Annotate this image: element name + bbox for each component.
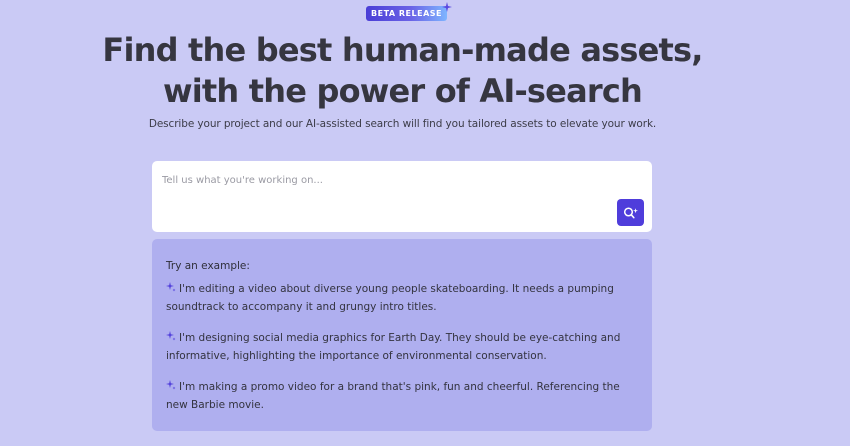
sparkle-icon [166,380,176,390]
example-text: I'm making a promo video for a brand tha… [166,381,620,411]
beta-badge-label: BETA RELEASE [366,6,447,21]
title-line-1: Find the best human-made assets, [102,31,703,69]
example-item-barbie-promo[interactable]: I'm making a promo video for a brand tha… [166,378,638,414]
search-input[interactable] [162,171,582,189]
ai-search-icon [623,206,638,218]
examples-panel: Try an example: I'm editing a video abou… [152,239,652,431]
example-item-earth-day[interactable]: I'm designing social media graphics for … [166,329,638,365]
page: BETA RELEASE Find the best human-made as… [0,0,850,446]
example-item-skateboarding[interactable]: I'm editing a video about diverse young … [166,280,638,316]
sparkle-icon [166,282,176,292]
page-subtitle: Describe your project and our AI-assiste… [148,118,657,130]
page-title: Find the best human-made assets, with th… [0,30,805,112]
sparkle-icon [166,331,176,341]
sparkle-icon [442,2,452,12]
example-text: I'm editing a video about diverse young … [166,283,614,313]
examples-heading: Try an example: [166,260,250,272]
example-text: I'm designing social media graphics for … [166,332,621,362]
search-box [152,161,652,232]
title-line-2: with the power of AI-search [162,72,643,110]
ai-search-button[interactable] [617,199,644,226]
beta-badge: BETA RELEASE [366,2,452,22]
